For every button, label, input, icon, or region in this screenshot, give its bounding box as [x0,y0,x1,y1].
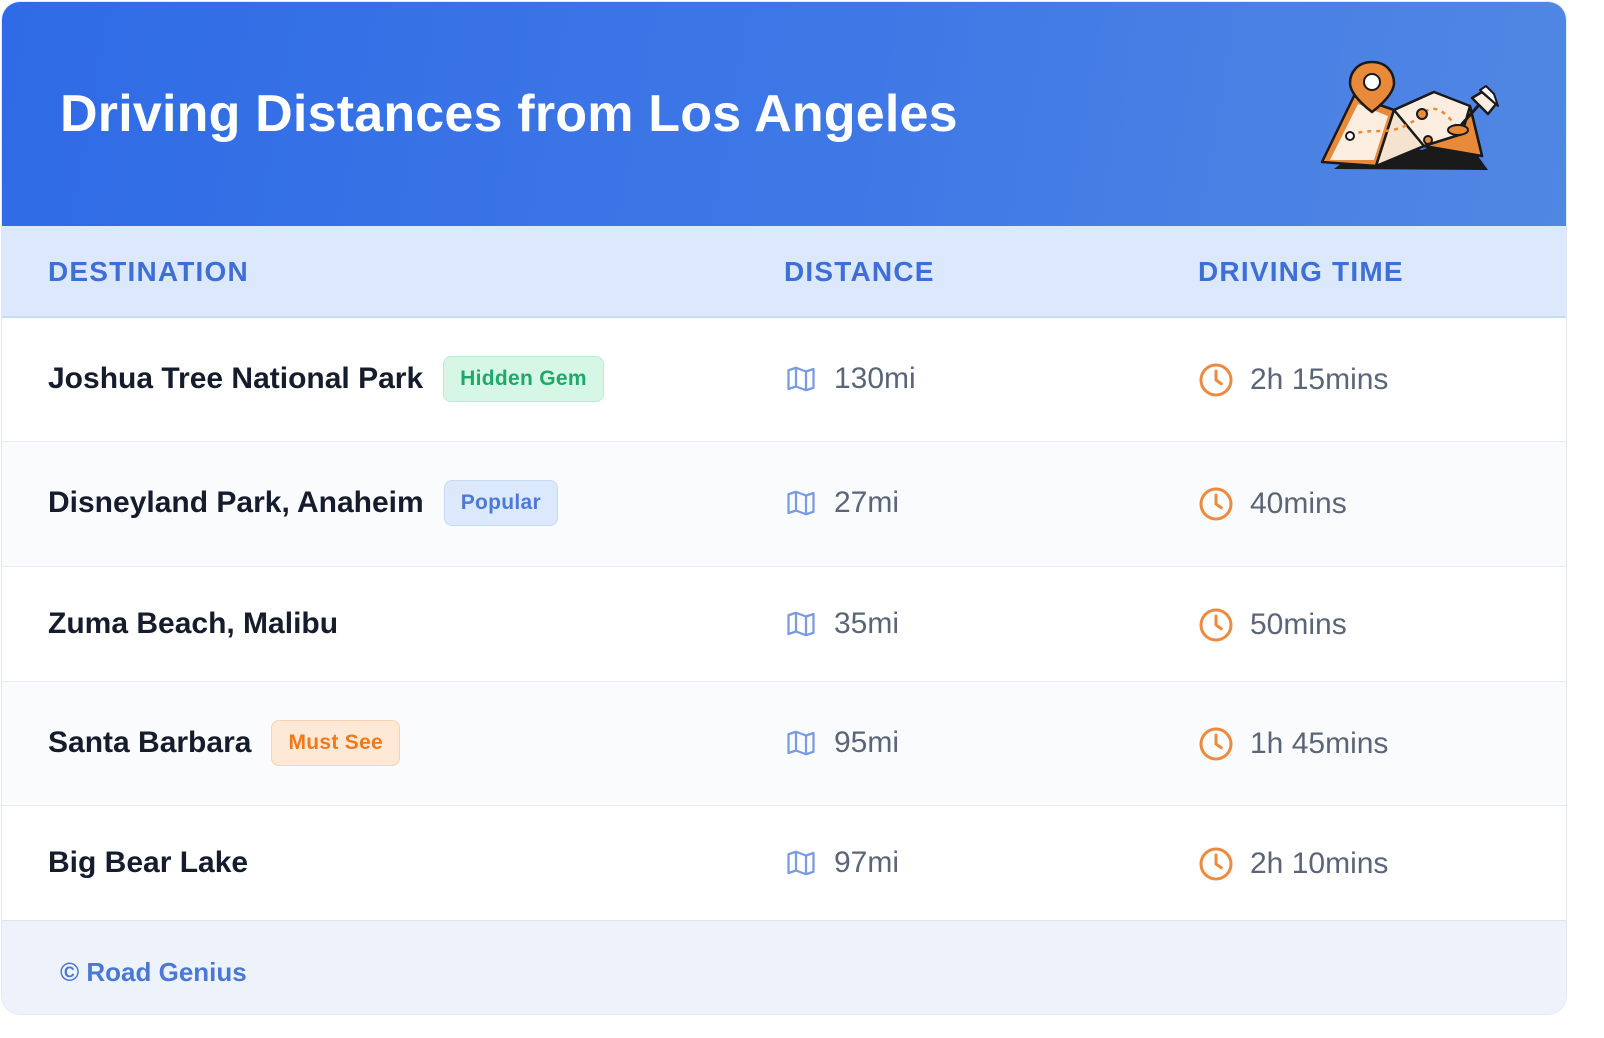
destination-name: Joshua Tree National Park [48,362,424,395]
clock-icon [1199,487,1233,521]
footer: © Road Genius [2,920,1566,1014]
clock-icon [1199,847,1233,881]
distance-cell: 130mi [784,362,916,396]
driving-time-cell: 50mins [1198,607,1347,643]
page-title: Driving Distances from Los Angeles [60,85,958,143]
driving-time-cell: 40mins [1198,486,1347,522]
table-row: Big Bear Lake 97mi 2h 10mins [2,806,1566,921]
clock-icon [1199,608,1233,642]
column-header-destination: DESTINATION [48,256,249,287]
distance-cell: 95mi [784,726,899,760]
driving-time-value: 50mins [1250,608,1347,641]
driving-time-value: 2h 15mins [1250,363,1389,396]
distance-table-card: Driving Distances from Los Angeles DESTI… [2,2,1566,1014]
map-icon [787,490,815,516]
table-row: Joshua Tree National Park Hidden Gem 130… [2,318,1566,442]
driving-time-value: 40mins [1250,487,1347,520]
destination-name: Big Bear Lake [48,846,249,879]
clock-icon [1199,363,1233,397]
table-row: Disneyland Park, Anaheim Popular 27mi 40… [2,442,1566,567]
driving-time-value: 2h 10mins [1250,847,1389,880]
distance-value: 27mi [834,486,900,519]
badge-must-see: Must See [271,720,401,766]
column-header-distance: DISTANCE [784,256,935,287]
destination-cell: Santa Barbara Must See [48,720,401,766]
distance-value: 35mi [834,607,900,640]
footer-credit: © Road Genius [60,957,247,987]
destination-cell: Disneyland Park, Anaheim Popular [48,480,558,526]
map-icon [787,611,815,637]
distance-cell: 27mi [784,486,899,520]
distance-cell: 35mi [784,607,899,641]
distance-value: 95mi [834,726,900,759]
destination-cell: Big Bear Lake [48,846,248,880]
clock-icon [1199,727,1233,761]
map-icon [787,730,815,756]
map-icon [787,850,815,876]
destination-cell: Zuma Beach, Malibu [48,607,338,641]
destination-name: Disneyland Park, Anaheim [48,486,424,519]
map-icon [787,366,815,392]
distance-value: 97mi [834,846,900,879]
table-row: Santa Barbara Must See 95mi 1h 45mins [2,682,1566,806]
badge-hidden-gem: Hidden Gem [443,356,604,402]
distance-cell: 97mi [784,846,899,880]
destination-cell: Joshua Tree National Park Hidden Gem [48,356,604,402]
table-header: DESTINATION DISTANCE DRIVING TIME [2,226,1566,318]
driving-time-cell: 2h 15mins [1198,362,1388,398]
destination-name: Zuma Beach, Malibu [48,607,339,640]
table-row: Zuma Beach, Malibu 35mi 50mins [2,567,1566,682]
driving-time-value: 1h 45mins [1250,727,1389,760]
folded-map-with-pins-icon [1320,60,1499,170]
badge-popular: Popular [443,480,558,526]
header-banner: Driving Distances from Los Angeles [2,2,1566,226]
driving-time-cell: 1h 45mins [1198,726,1388,762]
distance-value: 130mi [834,362,916,395]
destination-name: Santa Barbara [48,726,252,759]
column-header-driving-time: DRIVING TIME [1198,256,1404,287]
driving-time-cell: 2h 10mins [1198,846,1388,882]
